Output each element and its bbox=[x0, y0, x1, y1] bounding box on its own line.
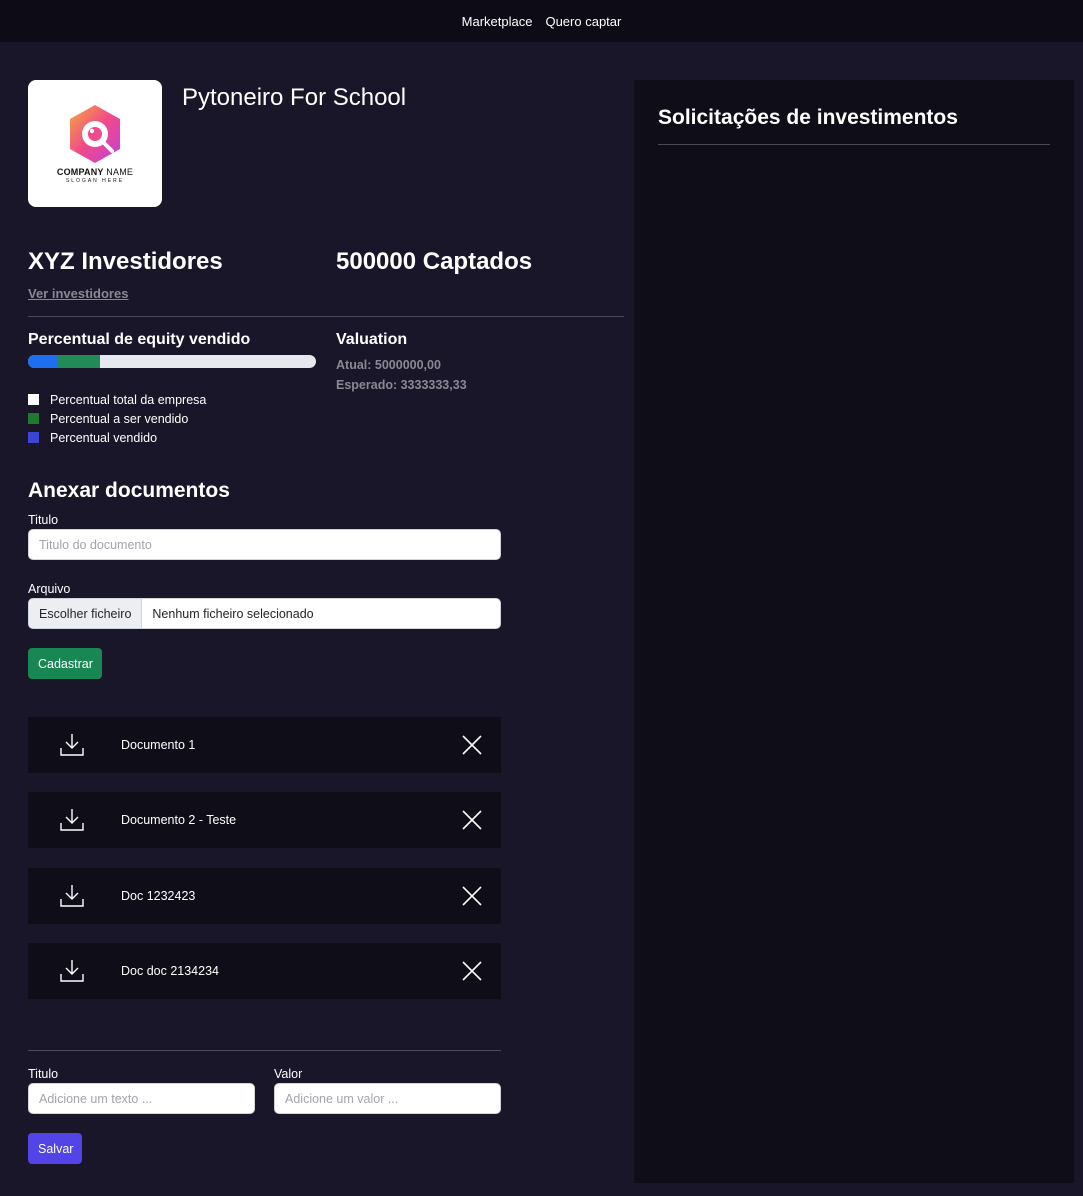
doc-title-input[interactable] bbox=[28, 529, 501, 560]
legend-label: Percentual vendido bbox=[50, 430, 158, 445]
equity-label: Percentual de equity vendido bbox=[28, 331, 251, 348]
logo-company-name-light: NAME bbox=[103, 167, 134, 177]
progress-sold-segment bbox=[28, 355, 57, 368]
attach-documents-title: Anexar documentos bbox=[28, 479, 230, 502]
investment-requests-title: Solicitações de investimentos bbox=[658, 106, 958, 129]
close-icon[interactable] bbox=[460, 959, 484, 983]
nav-marketplace-link[interactable]: Marketplace bbox=[462, 14, 533, 29]
extra-value-input[interactable] bbox=[274, 1083, 501, 1114]
doc-title-label: Titulo bbox=[28, 513, 59, 527]
equity-legend: Percentual total da empresa Percentual a… bbox=[28, 390, 206, 447]
form-divider bbox=[28, 1050, 501, 1051]
save-button[interactable]: Salvar bbox=[28, 1133, 82, 1164]
valuation-label: Valuation bbox=[336, 331, 408, 348]
company-title: Pytoneiro For School bbox=[182, 84, 407, 111]
investment-requests-panel: Solicitações de investimentos bbox=[634, 80, 1074, 1183]
document-row: Documento 1 bbox=[28, 717, 501, 773]
raised-amount: 500000 Captados bbox=[336, 248, 533, 275]
document-name: Doc doc 2134234 bbox=[121, 964, 219, 978]
legend-swatch-to-sell bbox=[28, 413, 39, 424]
document-name: Doc 1232423 bbox=[121, 889, 196, 903]
logo-company-name: COMPANY NAME bbox=[57, 167, 133, 177]
legend-label: Percentual total da empresa bbox=[50, 392, 207, 407]
document-row: Doc 1232423 bbox=[28, 868, 501, 924]
file-label: Arquivo bbox=[28, 582, 71, 596]
progress-to-sell-segment bbox=[56, 355, 100, 368]
requests-divider bbox=[658, 144, 1050, 145]
close-icon[interactable] bbox=[460, 733, 484, 757]
download-icon[interactable] bbox=[58, 731, 86, 759]
nav-quero-captar-link[interactable]: Quero captar bbox=[545, 14, 621, 29]
legend-item: Percentual total da empresa bbox=[28, 390, 206, 409]
top-navbar: Marketplace Quero captar bbox=[0, 0, 1083, 42]
download-icon[interactable] bbox=[58, 957, 86, 985]
download-icon[interactable] bbox=[58, 806, 86, 834]
logo-hexagon-icon bbox=[70, 105, 120, 163]
file-status: Nenhum ficheiro selecionado bbox=[152, 606, 314, 621]
stats-divider bbox=[28, 316, 624, 317]
legend-swatch-total bbox=[28, 394, 39, 405]
see-investors-link[interactable]: Ver investidores bbox=[28, 286, 128, 301]
valuation-expected: Esperado: 3333333,33 bbox=[336, 378, 467, 392]
download-icon[interactable] bbox=[58, 882, 86, 910]
document-row: Documento 2 - Teste bbox=[28, 792, 501, 848]
document-name: Documento 2 - Teste bbox=[121, 813, 237, 827]
legend-item: Percentual vendido bbox=[28, 428, 206, 447]
logo-slogan: SLOGAN HERE bbox=[65, 178, 125, 184]
extra-title-label: Titulo bbox=[28, 1067, 59, 1081]
valuation-current: Atual: 5000000,00 bbox=[336, 358, 441, 372]
close-icon[interactable] bbox=[460, 808, 484, 832]
choose-file-button[interactable]: Escolher ficheiro bbox=[29, 599, 143, 628]
investors-count: XYZ Investidores bbox=[28, 248, 223, 275]
register-button[interactable]: Cadastrar bbox=[28, 648, 102, 679]
legend-label: Percentual a ser vendido bbox=[50, 411, 189, 426]
equity-progress-bar bbox=[28, 355, 316, 368]
extra-value-label: Valor bbox=[274, 1067, 303, 1081]
legend-swatch-sold bbox=[28, 432, 39, 443]
legend-item: Percentual a ser vendido bbox=[28, 409, 206, 428]
extra-title-input[interactable] bbox=[28, 1083, 255, 1114]
company-logo: COMPANY NAME SLOGAN HERE bbox=[28, 80, 162, 207]
close-icon[interactable] bbox=[460, 884, 484, 908]
logo-company-name-bold: COMPANY bbox=[56, 167, 104, 177]
document-name: Documento 1 bbox=[121, 738, 196, 752]
file-input[interactable]: Escolher ficheiro Nenhum ficheiro seleci… bbox=[28, 598, 501, 629]
document-row: Doc doc 2134234 bbox=[28, 943, 501, 999]
